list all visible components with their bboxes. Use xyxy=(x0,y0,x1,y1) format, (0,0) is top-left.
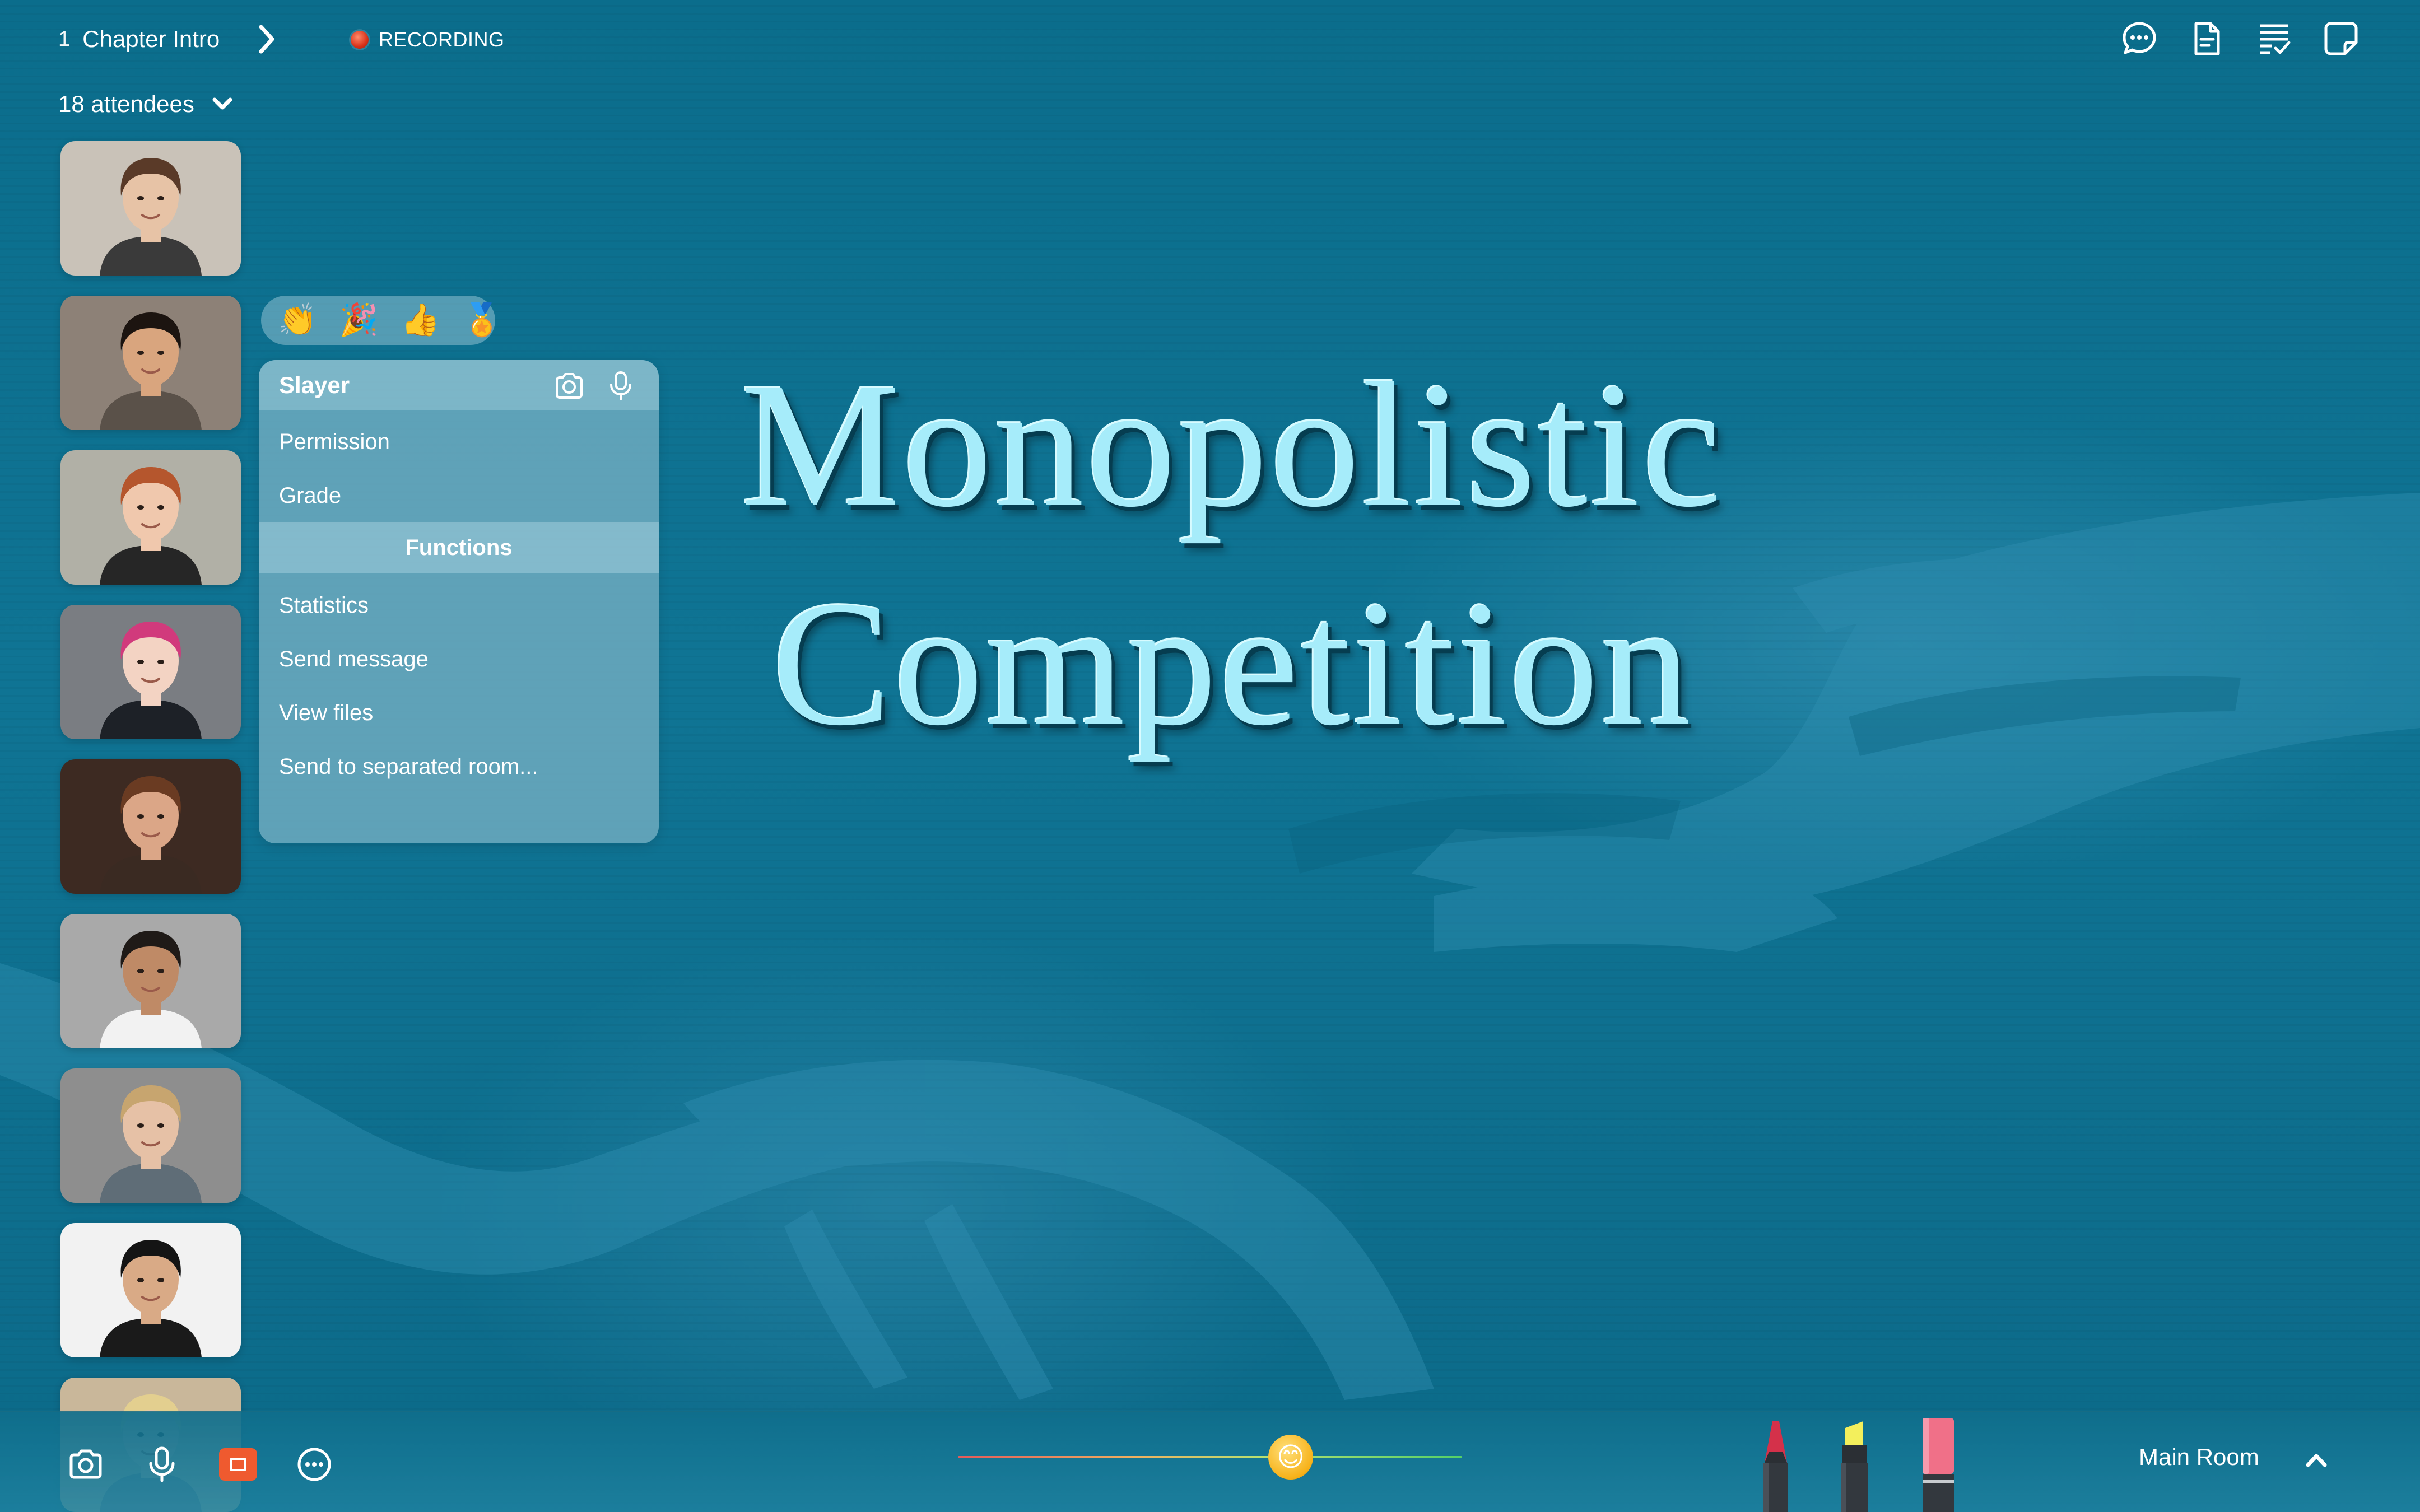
attendee-avatar xyxy=(100,1240,202,1357)
room-label: Main Room xyxy=(2139,1444,2259,1470)
menu-item-statistics[interactable]: Statistics xyxy=(259,578,659,632)
medal-reaction-icon[interactable]: 🏅 xyxy=(462,304,501,337)
attendee-list xyxy=(61,141,241,1512)
attendee-video-tile[interactable] xyxy=(61,605,241,739)
chevron-up-icon[interactable] xyxy=(2303,1447,2329,1473)
attendee-video-tile[interactable] xyxy=(61,450,241,585)
stop-recording-button[interactable] xyxy=(217,1444,259,1485)
recording-indicator: RECORDING xyxy=(351,26,505,54)
attendee-avatar xyxy=(100,1085,202,1203)
microphone-toggle-icon[interactable] xyxy=(141,1444,183,1485)
mood-slider[interactable]: 😊 xyxy=(958,1435,1462,1480)
attendee-video-tile[interactable] xyxy=(61,1068,241,1203)
slide-title: Monopolistic Competition xyxy=(672,336,1793,773)
attendee-video-tile[interactable] xyxy=(61,759,241,894)
clap-reaction-icon[interactable]: 👏 xyxy=(278,304,317,337)
attendee-context-menu: Slayer Permission Grade Functions Statis… xyxy=(259,360,659,843)
more-options-icon[interactable] xyxy=(294,1444,335,1485)
attendee-avatar xyxy=(100,158,202,276)
note-icon[interactable] xyxy=(2323,20,2360,57)
slide-title-line-1: Monopolistic xyxy=(741,346,1724,544)
checklist-icon[interactable] xyxy=(2255,20,2292,57)
attendee-avatar xyxy=(100,467,202,585)
document-icon[interactable] xyxy=(2188,20,2225,57)
bottom-toolbar xyxy=(0,1411,2420,1512)
menu-section-functions: Functions xyxy=(259,522,659,573)
chat-icon[interactable] xyxy=(2121,20,2158,57)
reaction-bar: 👏 🎉 👍 🏅 xyxy=(261,296,501,345)
attendees-count: 18 attendees xyxy=(58,91,194,117)
room-selector[interactable]: Main Room xyxy=(2139,1444,2259,1471)
attendee-video-tile[interactable] xyxy=(61,296,241,430)
chapter-title: Chapter Intro xyxy=(82,26,220,52)
chevron-right-icon[interactable] xyxy=(255,22,278,56)
menu-item-send-message[interactable]: Send message xyxy=(259,632,659,686)
thumbs-up-reaction-icon[interactable]: 👍 xyxy=(401,304,440,337)
mood-slider-emoji-knob[interactable]: 😊 xyxy=(1268,1435,1313,1480)
microphone-icon[interactable] xyxy=(605,370,636,402)
menu-user-name: Slayer xyxy=(279,372,350,398)
attendee-avatar xyxy=(100,776,202,894)
mood-slider-track xyxy=(958,1456,1462,1458)
drawing-tools xyxy=(1748,1411,1983,1512)
menu-item-grade[interactable]: Grade xyxy=(259,469,659,522)
recording-dot-icon xyxy=(351,31,369,49)
attendee-avatar xyxy=(100,931,202,1048)
camera-toggle-icon[interactable] xyxy=(65,1444,106,1485)
menu-header: Slayer xyxy=(259,360,659,410)
menu-item-send-to-separated-room[interactable]: Send to separated room... xyxy=(259,740,659,794)
attendee-video-tile[interactable] xyxy=(61,914,241,1048)
stop-icon xyxy=(219,1448,257,1481)
chevron-down-icon[interactable] xyxy=(211,93,234,115)
chapter-breadcrumb[interactable]: 1 Chapter Intro xyxy=(58,22,278,56)
recording-label: RECORDING xyxy=(379,28,505,51)
pink-marker-icon[interactable] xyxy=(1916,1417,1961,1512)
chapter-number: 1 xyxy=(58,27,71,51)
menu-item-permission[interactable]: Permission xyxy=(259,415,659,469)
attendee-avatar xyxy=(100,622,202,739)
party-reaction-icon[interactable]: 🎉 xyxy=(339,304,379,337)
yellow-highlighter-icon[interactable] xyxy=(1832,1417,1877,1512)
attendees-dropdown[interactable]: 18 attendees xyxy=(58,87,234,121)
red-pen-icon[interactable] xyxy=(1753,1418,1798,1512)
menu-item-view-files[interactable]: View files xyxy=(259,686,659,740)
attendee-video-tile[interactable] xyxy=(61,1223,241,1357)
attendee-avatar xyxy=(100,312,202,430)
top-toolbar xyxy=(2121,20,2360,57)
attendee-video-tile[interactable] xyxy=(61,141,241,276)
presentation-canvas: 1 Chapter Intro RECORDING 18 attendees 👏… xyxy=(0,0,2420,1512)
camera-icon[interactable] xyxy=(553,370,585,402)
slide-title-line-2: Competition xyxy=(772,564,1693,763)
